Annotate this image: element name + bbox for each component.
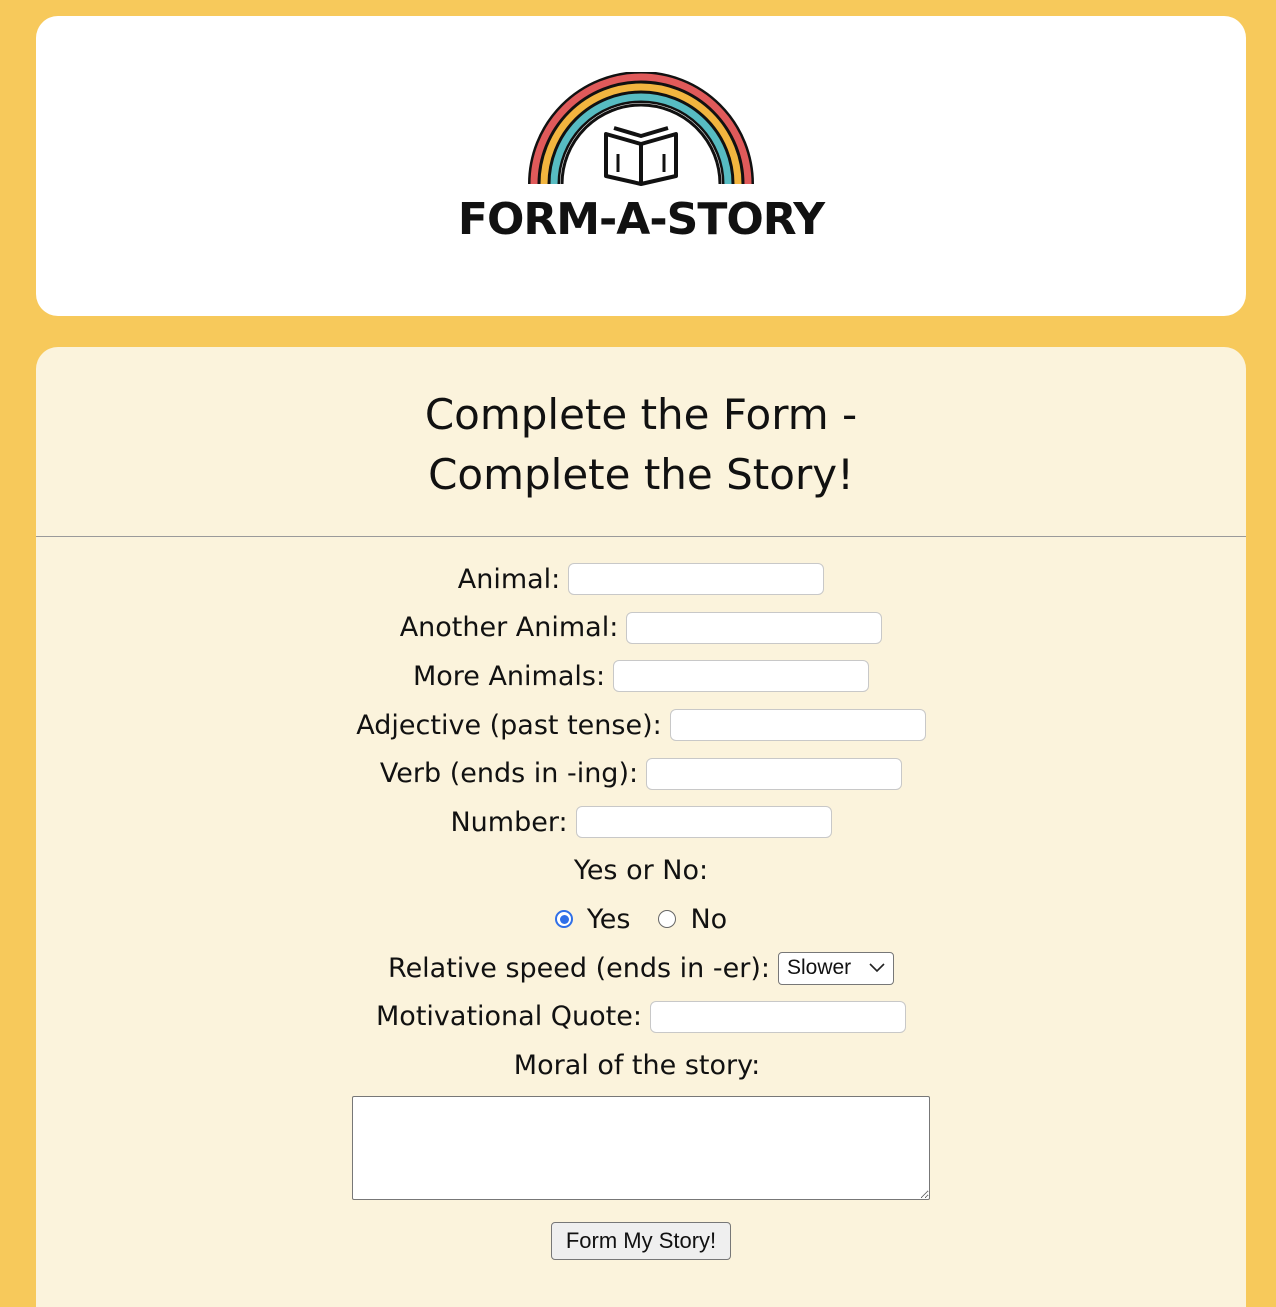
field-row-moral: Moral of the story: [36, 1041, 1246, 1090]
adjective-input[interactable] [669, 709, 926, 742]
header-card: FORM-A-STORY [36, 16, 1246, 316]
form-fields: Animal: Another Animal: More Animals: Ad… [36, 555, 1246, 1260]
form-title-line1: Complete the Form - [424, 390, 858, 439]
story-form: Complete the Form - Complete the Story! … [36, 347, 1246, 1307]
verb-label: Verb (ends in -ing): [379, 758, 639, 790]
chevron-down-icon [869, 963, 885, 973]
quote-label: Motivational Quote: [376, 1001, 642, 1033]
moral-textarea[interactable] [352, 1095, 930, 1200]
logo-text: FORM-A-STORY [457, 194, 825, 245]
quote-input[interactable] [649, 1000, 906, 1033]
no-radio[interactable] [658, 910, 677, 929]
field-row-verb: Verb (ends in -ing): [36, 749, 1246, 798]
another-animal-label: Another Animal: [399, 612, 619, 644]
more-animals-input[interactable] [613, 660, 870, 693]
field-row-quote: Motivational Quote: [36, 992, 1246, 1041]
field-row-adjective: Adjective (past tense): [36, 701, 1246, 750]
no-option-label: No [690, 903, 728, 935]
form-title-line2: Complete the Story! [428, 450, 854, 499]
more-animals-label: More Animals: [412, 660, 606, 692]
submit-button[interactable]: Form My Story! [550, 1221, 732, 1260]
field-row-speed: Relative speed (ends in -er): Slower [36, 944, 1246, 993]
logo: FORM-A-STORY [36, 72, 1246, 245]
another-animal-input[interactable] [626, 611, 883, 644]
animal-input[interactable] [568, 563, 825, 596]
verb-input[interactable] [646, 757, 903, 790]
rainbow-book-icon [528, 72, 754, 186]
animal-label: Animal: [457, 563, 561, 595]
yes-no-label: Yes or No: [573, 855, 709, 887]
moral-label: Moral of the story: [513, 1049, 761, 1081]
field-row-animal: Animal: [36, 555, 1246, 604]
field-row-number: Number: [36, 798, 1246, 847]
field-row-more-animals: More Animals: [36, 652, 1246, 701]
yes-option-label: Yes [586, 903, 631, 935]
adjective-label: Adjective (past tense): [356, 709, 662, 741]
form-title: Complete the Form - Complete the Story! [36, 347, 1246, 505]
yes-radio[interactable] [554, 910, 573, 929]
speed-selected-value: Slower [786, 956, 852, 980]
speed-select[interactable]: Slower [777, 951, 894, 985]
no-option[interactable]: No [658, 904, 727, 935]
field-row-yes-no: Yes or No: [36, 847, 1246, 896]
speed-label: Relative speed (ends in -er): [388, 952, 770, 984]
number-input[interactable] [575, 806, 832, 839]
number-label: Number: [450, 806, 568, 838]
yes-no-options: Yes No [36, 895, 1246, 944]
divider [36, 536, 1246, 537]
yes-option[interactable]: Yes [554, 903, 659, 935]
field-row-another-animal: Another Animal: [36, 604, 1246, 653]
